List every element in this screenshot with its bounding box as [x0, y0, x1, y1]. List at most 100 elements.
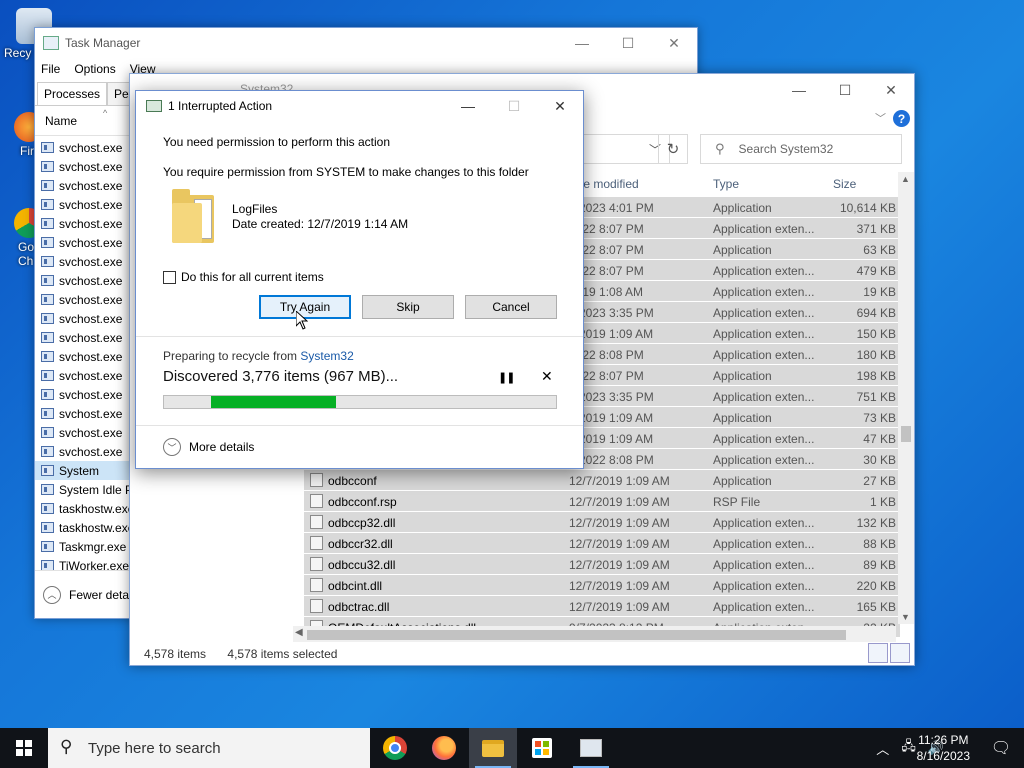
cancel-operation-icon[interactable]: ✕ [541, 368, 553, 385]
process-icon [41, 541, 54, 552]
column-headers: te modified Type Size [574, 172, 898, 196]
clock[interactable]: 11:26 PM 8/16/2023 [917, 732, 970, 764]
file-name: odbccr32.dll [328, 537, 393, 551]
file-icon [310, 536, 323, 550]
folder-date: Date created: 12/7/2019 1:14 AM [232, 217, 409, 231]
more-details-button[interactable]: ﹀ More details [163, 438, 254, 456]
file-type: Application exten... [713, 222, 815, 236]
help-icon[interactable]: ? [893, 110, 910, 127]
process-icon [41, 465, 54, 476]
chevron-down-icon: ﹀ [163, 438, 181, 456]
menu-options[interactable]: Options [74, 62, 115, 76]
process-name: svchost.exe [59, 311, 123, 326]
fewer-details-label: Fewer detail [69, 587, 135, 602]
vertical-scrollbar[interactable]: ▲ ▼ [898, 172, 914, 624]
file-row[interactable]: odbcconf 12/7/2019 1:09 AM Application 27 K… [304, 470, 900, 491]
expand-ribbon-icon[interactable]: ﹀ [875, 110, 886, 126]
process-name: svchost.exe [59, 330, 123, 345]
file-operation-icon [146, 100, 162, 112]
taskbar-firefox[interactable] [420, 728, 468, 768]
file-row[interactable]: odbccr32.dll 12/7/2019 1:09 AM Application… [304, 533, 900, 554]
file-row[interactable]: odbcconf.rsp 12/7/2019 1:09 AM RSP File 1 K… [304, 491, 900, 512]
maximize-button[interactable]: ☐ [605, 28, 651, 58]
large-icons-view-button[interactable] [890, 643, 910, 663]
taskbar-search-box[interactable]: ⚲ Type here to search [48, 728, 370, 768]
details-view-button[interactable] [868, 643, 888, 663]
process-name: svchost.exe [59, 387, 123, 402]
close-button[interactable]: ✕ [868, 74, 914, 106]
checkbox-box[interactable] [163, 270, 176, 284]
process-icon [41, 199, 54, 210]
tab-processes[interactable]: Processes [37, 82, 108, 105]
refresh-button[interactable]: ↻ [658, 134, 688, 164]
file-row[interactable]: odbccu32.dll 12/7/2019 1:09 AM Application… [304, 554, 900, 575]
taskbar-chrome[interactable] [371, 728, 419, 768]
column-type[interactable]: Type [713, 177, 739, 191]
process-icon [41, 389, 54, 400]
file-type: Application exten... [713, 579, 815, 593]
progress-prefix: Preparing to recycle from [163, 349, 301, 363]
chrome-icon [383, 736, 407, 760]
process-icon [41, 484, 54, 495]
search-input[interactable]: ⚲ Search System32 [700, 134, 902, 164]
taskbar-store[interactable] [518, 728, 566, 768]
search-placeholder: Type here to search [88, 739, 221, 757]
process-icon [41, 370, 54, 381]
column-date-modified[interactable]: te modified [580, 177, 639, 191]
process-icon [41, 332, 54, 343]
scroll-up-icon[interactable]: ▲ [901, 174, 910, 184]
folder-icon [172, 189, 214, 245]
minimize-button[interactable]: — [776, 74, 822, 106]
file-row[interactable]: odbcint.dll 12/7/2019 1:09 AM Application … [304, 575, 900, 596]
file-name: odbccp32.dll [328, 516, 396, 530]
pause-icon[interactable]: ❚❚ [498, 371, 515, 384]
file-row[interactable]: odbctrac.dll 12/7/2019 1:09 AM Application… [304, 596, 900, 617]
folder-name: LogFiles [232, 202, 278, 216]
search-icon: ⚲ [715, 141, 725, 156]
menu-file[interactable]: File [41, 62, 60, 76]
process-icon [41, 161, 54, 172]
file-date-modified: 12/7/2019 1:09 AM [569, 537, 670, 551]
divider [136, 336, 583, 337]
file-icon [310, 578, 323, 592]
horizontal-scrollbar[interactable]: ◀ [293, 626, 896, 642]
file-size: 30 KB [863, 453, 896, 467]
file-size: 165 KB [856, 600, 896, 614]
process-name: svchost.exe [59, 273, 123, 288]
file-type: Application exten... [713, 348, 815, 362]
process-icon [41, 446, 54, 457]
cancel-button[interactable]: Cancel [465, 295, 557, 319]
file-size: 89 KB [863, 558, 896, 572]
close-button[interactable]: ✕ [651, 28, 697, 58]
taskbar-task-manager[interactable] [567, 728, 615, 768]
skip-button[interactable]: Skip [362, 295, 454, 319]
process-name: svchost.exe [59, 292, 123, 307]
process-name: svchost.exe [59, 235, 123, 250]
minimize-button[interactable]: — [445, 91, 491, 121]
process-name: System Idle Pr [59, 482, 138, 497]
dialog-heading: You need permission to perform this acti… [163, 135, 391, 149]
start-button[interactable] [0, 728, 48, 768]
column-size[interactable]: Size [833, 177, 856, 191]
maximize-button[interactable]: ☐ [822, 74, 868, 106]
notification-icon[interactable]: 🗨 [978, 728, 1024, 768]
address-bar[interactable]: ﹀ [570, 134, 670, 164]
show-hidden-icons-icon[interactable]: ︿ [876, 739, 889, 758]
scroll-down-icon[interactable]: ▼ [901, 612, 910, 622]
process-icon [41, 408, 54, 419]
source-folder-link[interactable]: System32 [300, 349, 353, 363]
scrollbar-thumb[interactable] [901, 426, 911, 442]
file-date-modified: 12/7/2019 1:09 AM [569, 474, 670, 488]
process-name: Taskmgr.exe [59, 539, 127, 554]
item-count: 4,578 items [144, 647, 207, 661]
scrollbar-thumb[interactable] [307, 630, 846, 640]
column-label: Name [45, 113, 78, 128]
scroll-left-icon[interactable]: ◀ [295, 627, 303, 638]
network-icon[interactable]: 🖧 [901, 737, 916, 759]
minimize-button[interactable]: — [559, 28, 605, 58]
apply-all-checkbox[interactable]: Do this for all current items [163, 270, 324, 284]
close-button[interactable]: ✕ [537, 91, 583, 121]
taskbar-file-explorer[interactable] [469, 728, 517, 768]
file-row[interactable]: odbccp32.dll 12/7/2019 1:09 AM Application… [304, 512, 900, 533]
process-icon [41, 142, 54, 153]
